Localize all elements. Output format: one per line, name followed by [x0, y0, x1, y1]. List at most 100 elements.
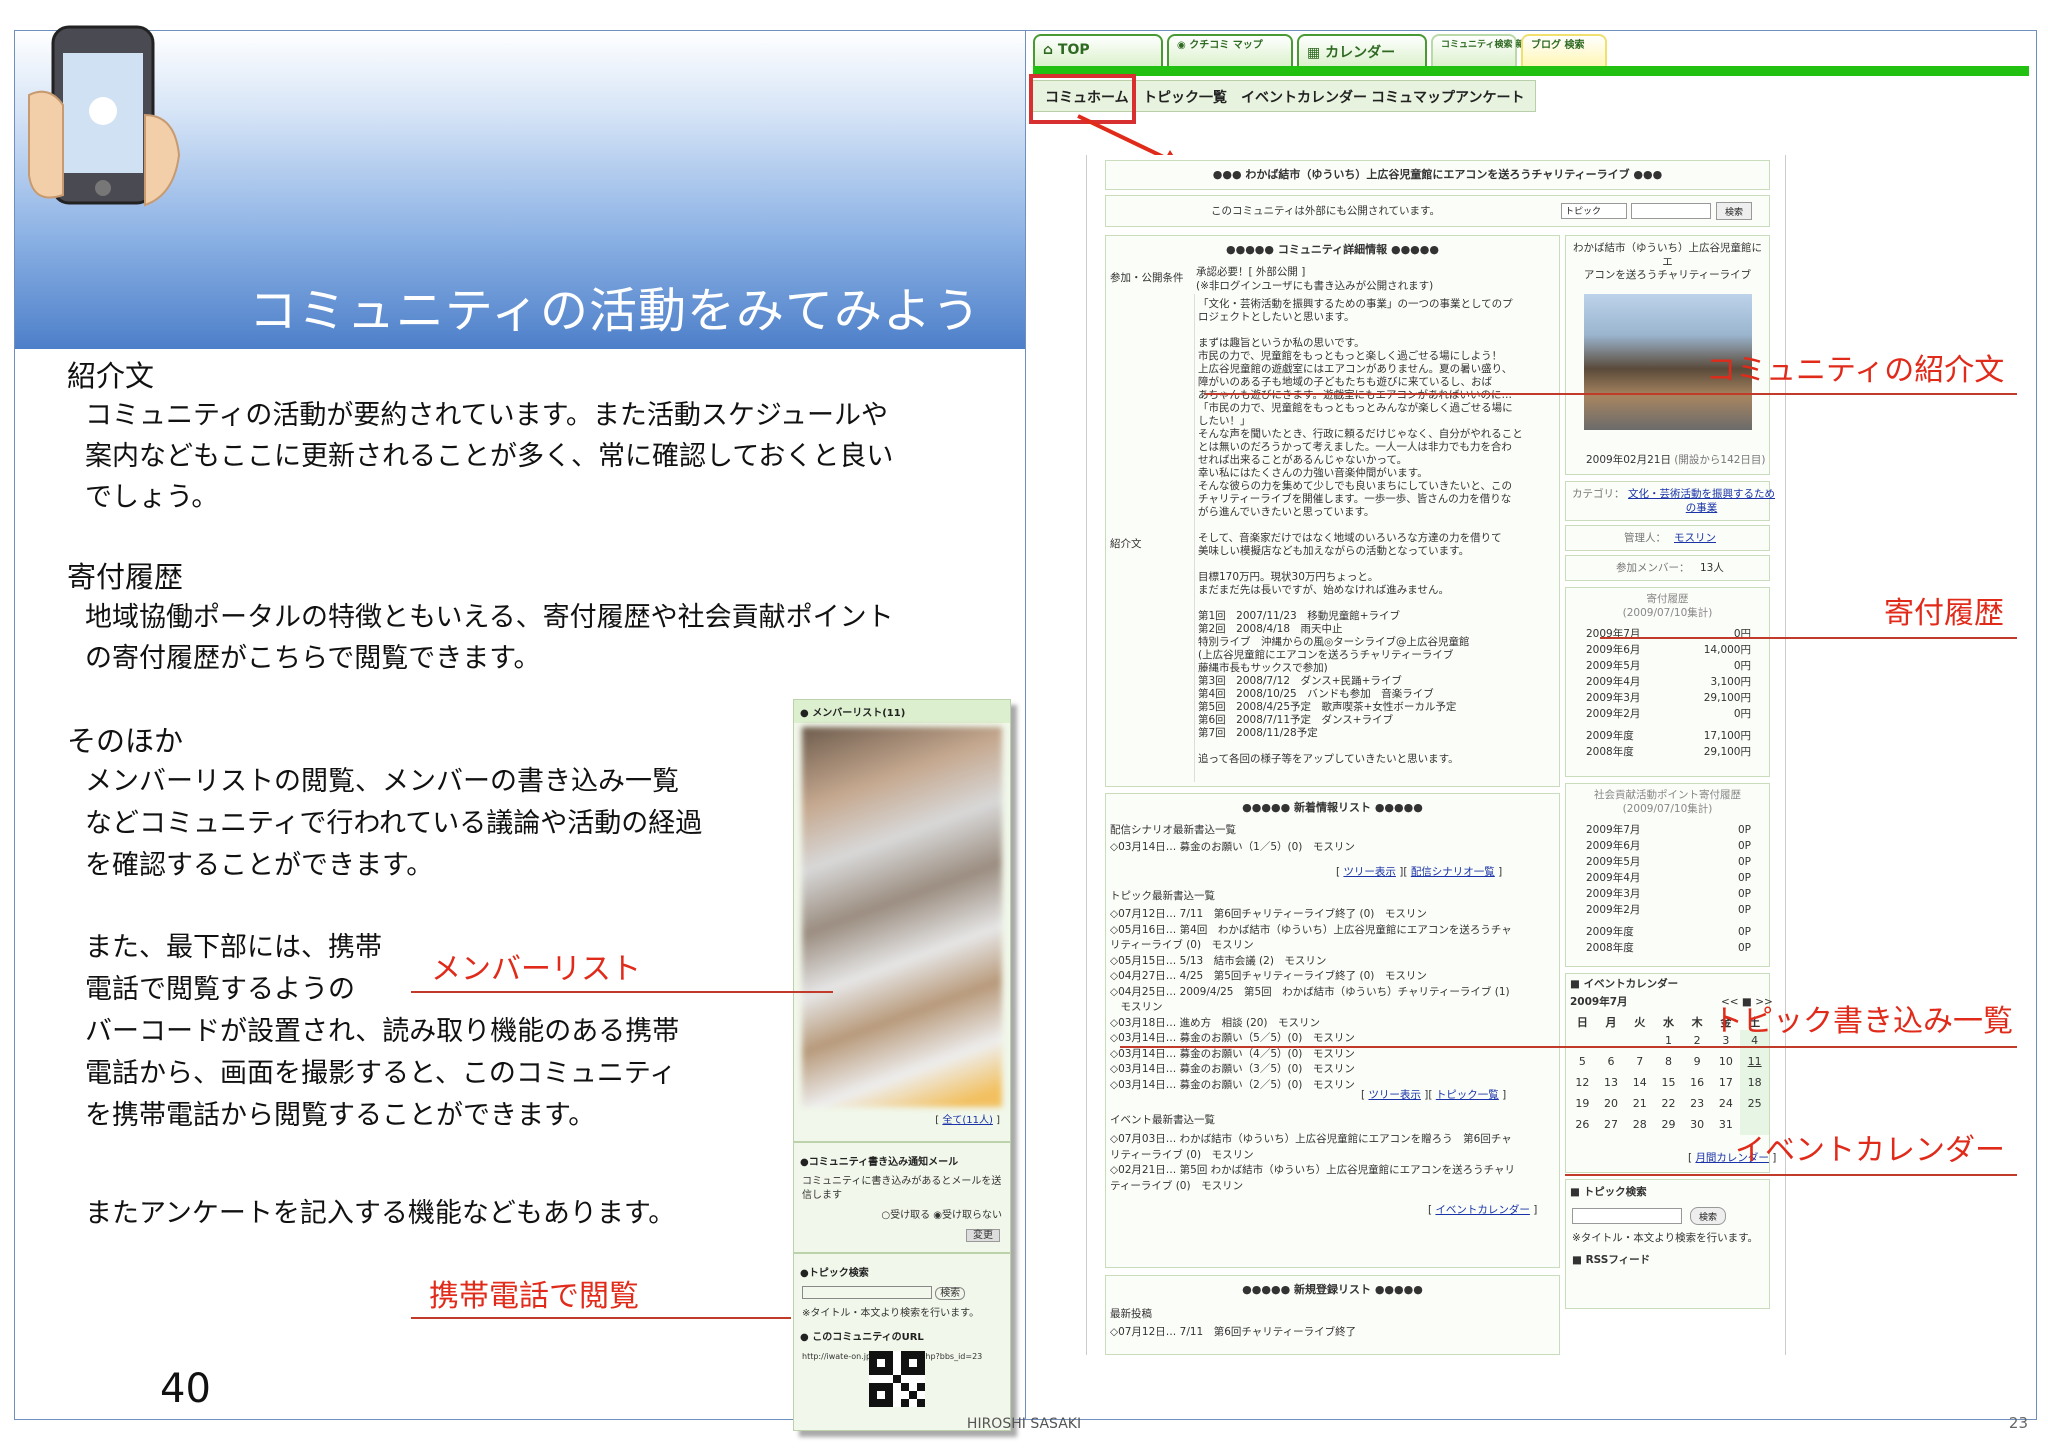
newpost-item[interactable]: ◇07月12日… 7/11 第6回チャリティーライブ終了 — [1110, 1326, 1356, 1340]
points-title: 社会貢献活動ポイント寄付履歴 — [1594, 789, 1741, 801]
topic-item[interactable]: ◇03月14日… 募金のお願い（3／5）(0) モスリン — [1110, 1062, 1512, 1078]
tab-kuchikomi-map[interactable]: ◉ クチコミ マップ — [1167, 34, 1293, 68]
subnav-topic-list[interactable]: トピック一覧 — [1143, 87, 1227, 107]
calendar-day[interactable]: 7 — [1625, 1051, 1654, 1072]
calendar-day[interactable]: 24 — [1712, 1093, 1741, 1114]
points-row: 2009年3月 0P — [1586, 888, 1751, 900]
mail-notice-options: ○受け取る ◉受け取らない — [794, 1206, 1010, 1226]
topic-search-input[interactable] — [1572, 1208, 1682, 1224]
calendar-weekday: 水 — [1662, 1016, 1674, 1029]
topic-item[interactable]: リティーライブ (0) モスリン — [1110, 938, 1512, 954]
calendar-day[interactable]: 23 — [1683, 1093, 1712, 1114]
topic-search-input[interactable] — [802, 1286, 932, 1299]
scenario-item[interactable]: ◇03月14日… 募金のお願い（1／5）(0) モスリン — [1110, 841, 1355, 855]
topic-item[interactable]: ◇03月14日… 募金のお願い（4／5）(0) モスリン — [1110, 1047, 1512, 1063]
calendar-day[interactable]: 30 — [1683, 1114, 1712, 1135]
calendar-day[interactable]: 17 — [1712, 1072, 1741, 1093]
topic-item[interactable]: モスリン — [1110, 1000, 1512, 1016]
calendar-day[interactable]: 5 — [1568, 1051, 1597, 1072]
map-pin-icon: ◉ — [1177, 40, 1186, 51]
calendar-day[interactable]: 26 — [1568, 1114, 1597, 1135]
donation-body: 地域協働ポータルの特徴ともいえる、寄付履歴や社会貢献ポイント の寄付履歴がこちら… — [85, 597, 894, 679]
members-box: 参加メンバー： 13人 — [1565, 555, 1770, 581]
calendar-day[interactable]: 27 — [1597, 1114, 1626, 1135]
tab-community-search[interactable]: コミュニティ検索 新規作成 — [1431, 34, 1552, 68]
admin-link[interactable]: モスリン — [1674, 532, 1716, 546]
topic-item[interactable]: ◇05月15日… 5/13 結市会議 (2) モスリン — [1110, 954, 1512, 970]
topic-item[interactable]: ◇07月12日… 7/11 第6回チャリティーライブ終了 (0) モスリン — [1110, 907, 1512, 923]
community-search-button[interactable]: 検索 — [1716, 202, 1752, 220]
tree-view-link[interactable]: ツリー表示 — [1343, 866, 1396, 878]
other-line: などコミュニティで行われている議論や活動の経過 — [85, 808, 703, 839]
intro-line — [1198, 519, 1523, 532]
calendar-day[interactable]: 12 — [1568, 1072, 1597, 1093]
points-row: 2009年4月 0P — [1586, 872, 1751, 884]
intro-line: 幸い私にはたくさんの力強い音楽仲間がいます。 — [1198, 467, 1428, 479]
other-line: メンバーリストの閲覧、メンバーの書き込み一覧 — [85, 766, 679, 797]
calendar-day[interactable]: 13 — [1597, 1072, 1626, 1093]
topic-item[interactable]: ◇04月25日… 2009/4/25 第5回 わかば結市（ゆういち）チャリティー… — [1110, 985, 1512, 1001]
topic-item[interactable]: ◇04月27日… 4/25 第5回チャリティーライブ終了 (0) モスリン — [1110, 969, 1512, 985]
slide-page-number: 40 — [160, 1366, 211, 1412]
public-note: このコミュニティは外部にも公開されています。 — [1211, 205, 1441, 217]
calendar-day[interactable]: 9 — [1683, 1051, 1712, 1072]
subnav-community-map[interactable]: コミュマップ — [1371, 87, 1455, 107]
calendar-day[interactable]: 28 — [1625, 1114, 1654, 1135]
calendar-day[interactable]: 6 — [1597, 1051, 1626, 1072]
calendar-day[interactable]: 29 — [1654, 1114, 1683, 1135]
topic-search-button[interactable]: 検索 — [935, 1286, 966, 1300]
detail-header: ●●●●● コミュニティ詳細情報 ●●●●● — [1226, 243, 1439, 256]
condition-value: 承認必要！[ 外部公開 ] (※非ログインユーザにも書き込みが公開されます) — [1196, 266, 1434, 292]
intro-line: ロジェクトとしたいと思います。 — [1198, 311, 1355, 323]
event-item[interactable]: ◇07月03日… わかば結市（ゆういち）上広谷児童館にエアコンを贈ろう 第6回チ… — [1110, 1132, 1515, 1148]
calendar-day[interactable]: 22 — [1654, 1093, 1683, 1114]
search-scope-select[interactable]: トピック — [1561, 203, 1627, 219]
topic-search-button[interactable]: 検索 — [1690, 1207, 1726, 1225]
calendar-day[interactable]: 20 — [1597, 1093, 1626, 1114]
event-item[interactable]: リティーライブ (0) モスリン — [1110, 1148, 1515, 1164]
event-item[interactable]: ◇02月21日… 第5回 わかば結市（ゆういち）上広谷児童館にエアコンを送ろうチ… — [1110, 1163, 1515, 1179]
tab-calendar[interactable]: ▦ カレンダー — [1297, 34, 1427, 68]
topic-item[interactable]: ◇05月16日… 第4回 わかば結市（ゆういち）上広谷児童館にエアコンを送ろうチ… — [1110, 923, 1512, 939]
intro-heading: 紹介文 — [67, 359, 155, 393]
event-item[interactable]: ティーライブ (0) モスリン — [1110, 1179, 1515, 1195]
intro-line — [1198, 740, 1523, 753]
calendar-day[interactable]: 16 — [1683, 1072, 1712, 1093]
calendar-day[interactable]: 15 — [1654, 1072, 1683, 1093]
category-link[interactable]: 文化・芸術活動を振興するため の事業 — [1628, 488, 1775, 515]
smartphone-in-hand-icon — [28, 25, 181, 207]
newpost-label: 最新投稿 — [1110, 1308, 1152, 1320]
calendar-day[interactable]: 18 — [1740, 1072, 1769, 1093]
calendar-day[interactable]: 14 — [1625, 1072, 1654, 1093]
calendar-day[interactable]: 21 — [1625, 1093, 1654, 1114]
intro-label: 紹介文 — [1110, 538, 1142, 550]
topic-item[interactable]: ◇03月14日… 募金のお願い（5／5）(0) モスリン — [1110, 1031, 1512, 1047]
mail-change-button[interactable]: 変更 — [966, 1229, 1000, 1242]
calendar-day[interactable]: 10 — [1712, 1051, 1741, 1072]
scenario-list-link[interactable]: 配信シナリオ一覧 — [1411, 866, 1495, 878]
topic-list-link[interactable]: トピック一覧 — [1436, 1089, 1499, 1101]
callout-donation: 寄付履歴 — [1884, 596, 2004, 631]
topic-search-box: ■ トピック検索 検索 ※タイトル・本文より検索を行います。 ■ RSSフィード — [1565, 1179, 1770, 1309]
public-note-box: このコミュニティは外部にも公開されています。 トピック 検索 — [1105, 195, 1770, 227]
radio-receive[interactable]: ○ — [881, 1210, 890, 1221]
calendar-day[interactable]: 11 — [1740, 1051, 1769, 1072]
community-title: ●●● わかば結市（ゆういち）上広谷児童館にエアコンを送ろうチャリティーライブ … — [1212, 168, 1663, 181]
mail-notice-header: ●コミュニティ書き込み通知メール — [800, 1157, 959, 1168]
slide-banner: コミュニティの活動をみてみよう — [15, 25, 1025, 349]
subnav-event-calendar[interactable]: イベントカレンダー — [1241, 87, 1367, 107]
community-search-input[interactable] — [1631, 203, 1711, 219]
radio-reject[interactable]: ◉ — [933, 1210, 942, 1221]
member-all-link[interactable]: 全て(11人) — [942, 1115, 993, 1126]
calendar-day[interactable]: 8 — [1654, 1051, 1683, 1072]
intro-body: コミュニティの活動が要約されています。また活動スケジュールや 案内などもここに更… — [85, 395, 893, 518]
topic-tree-link[interactable]: ツリー表示 — [1368, 1089, 1421, 1101]
calendar-day[interactable]: 25 — [1740, 1093, 1769, 1114]
topic-item[interactable]: ◇03月18日… 進め方 相談 (20) モスリン — [1110, 1016, 1512, 1032]
calendar-day[interactable]: 19 — [1568, 1093, 1597, 1114]
tab-top[interactable]: ⌂ TOP — [1033, 34, 1163, 68]
subnav-survey[interactable]: アンケート — [1455, 87, 1524, 107]
calendar-header: ■ イベントカレンダー — [1570, 978, 1679, 990]
tab-blog-search[interactable]: ブログ 検索 — [1521, 34, 1607, 68]
event-calendar-link[interactable]: イベントカレンダー — [1435, 1204, 1530, 1216]
